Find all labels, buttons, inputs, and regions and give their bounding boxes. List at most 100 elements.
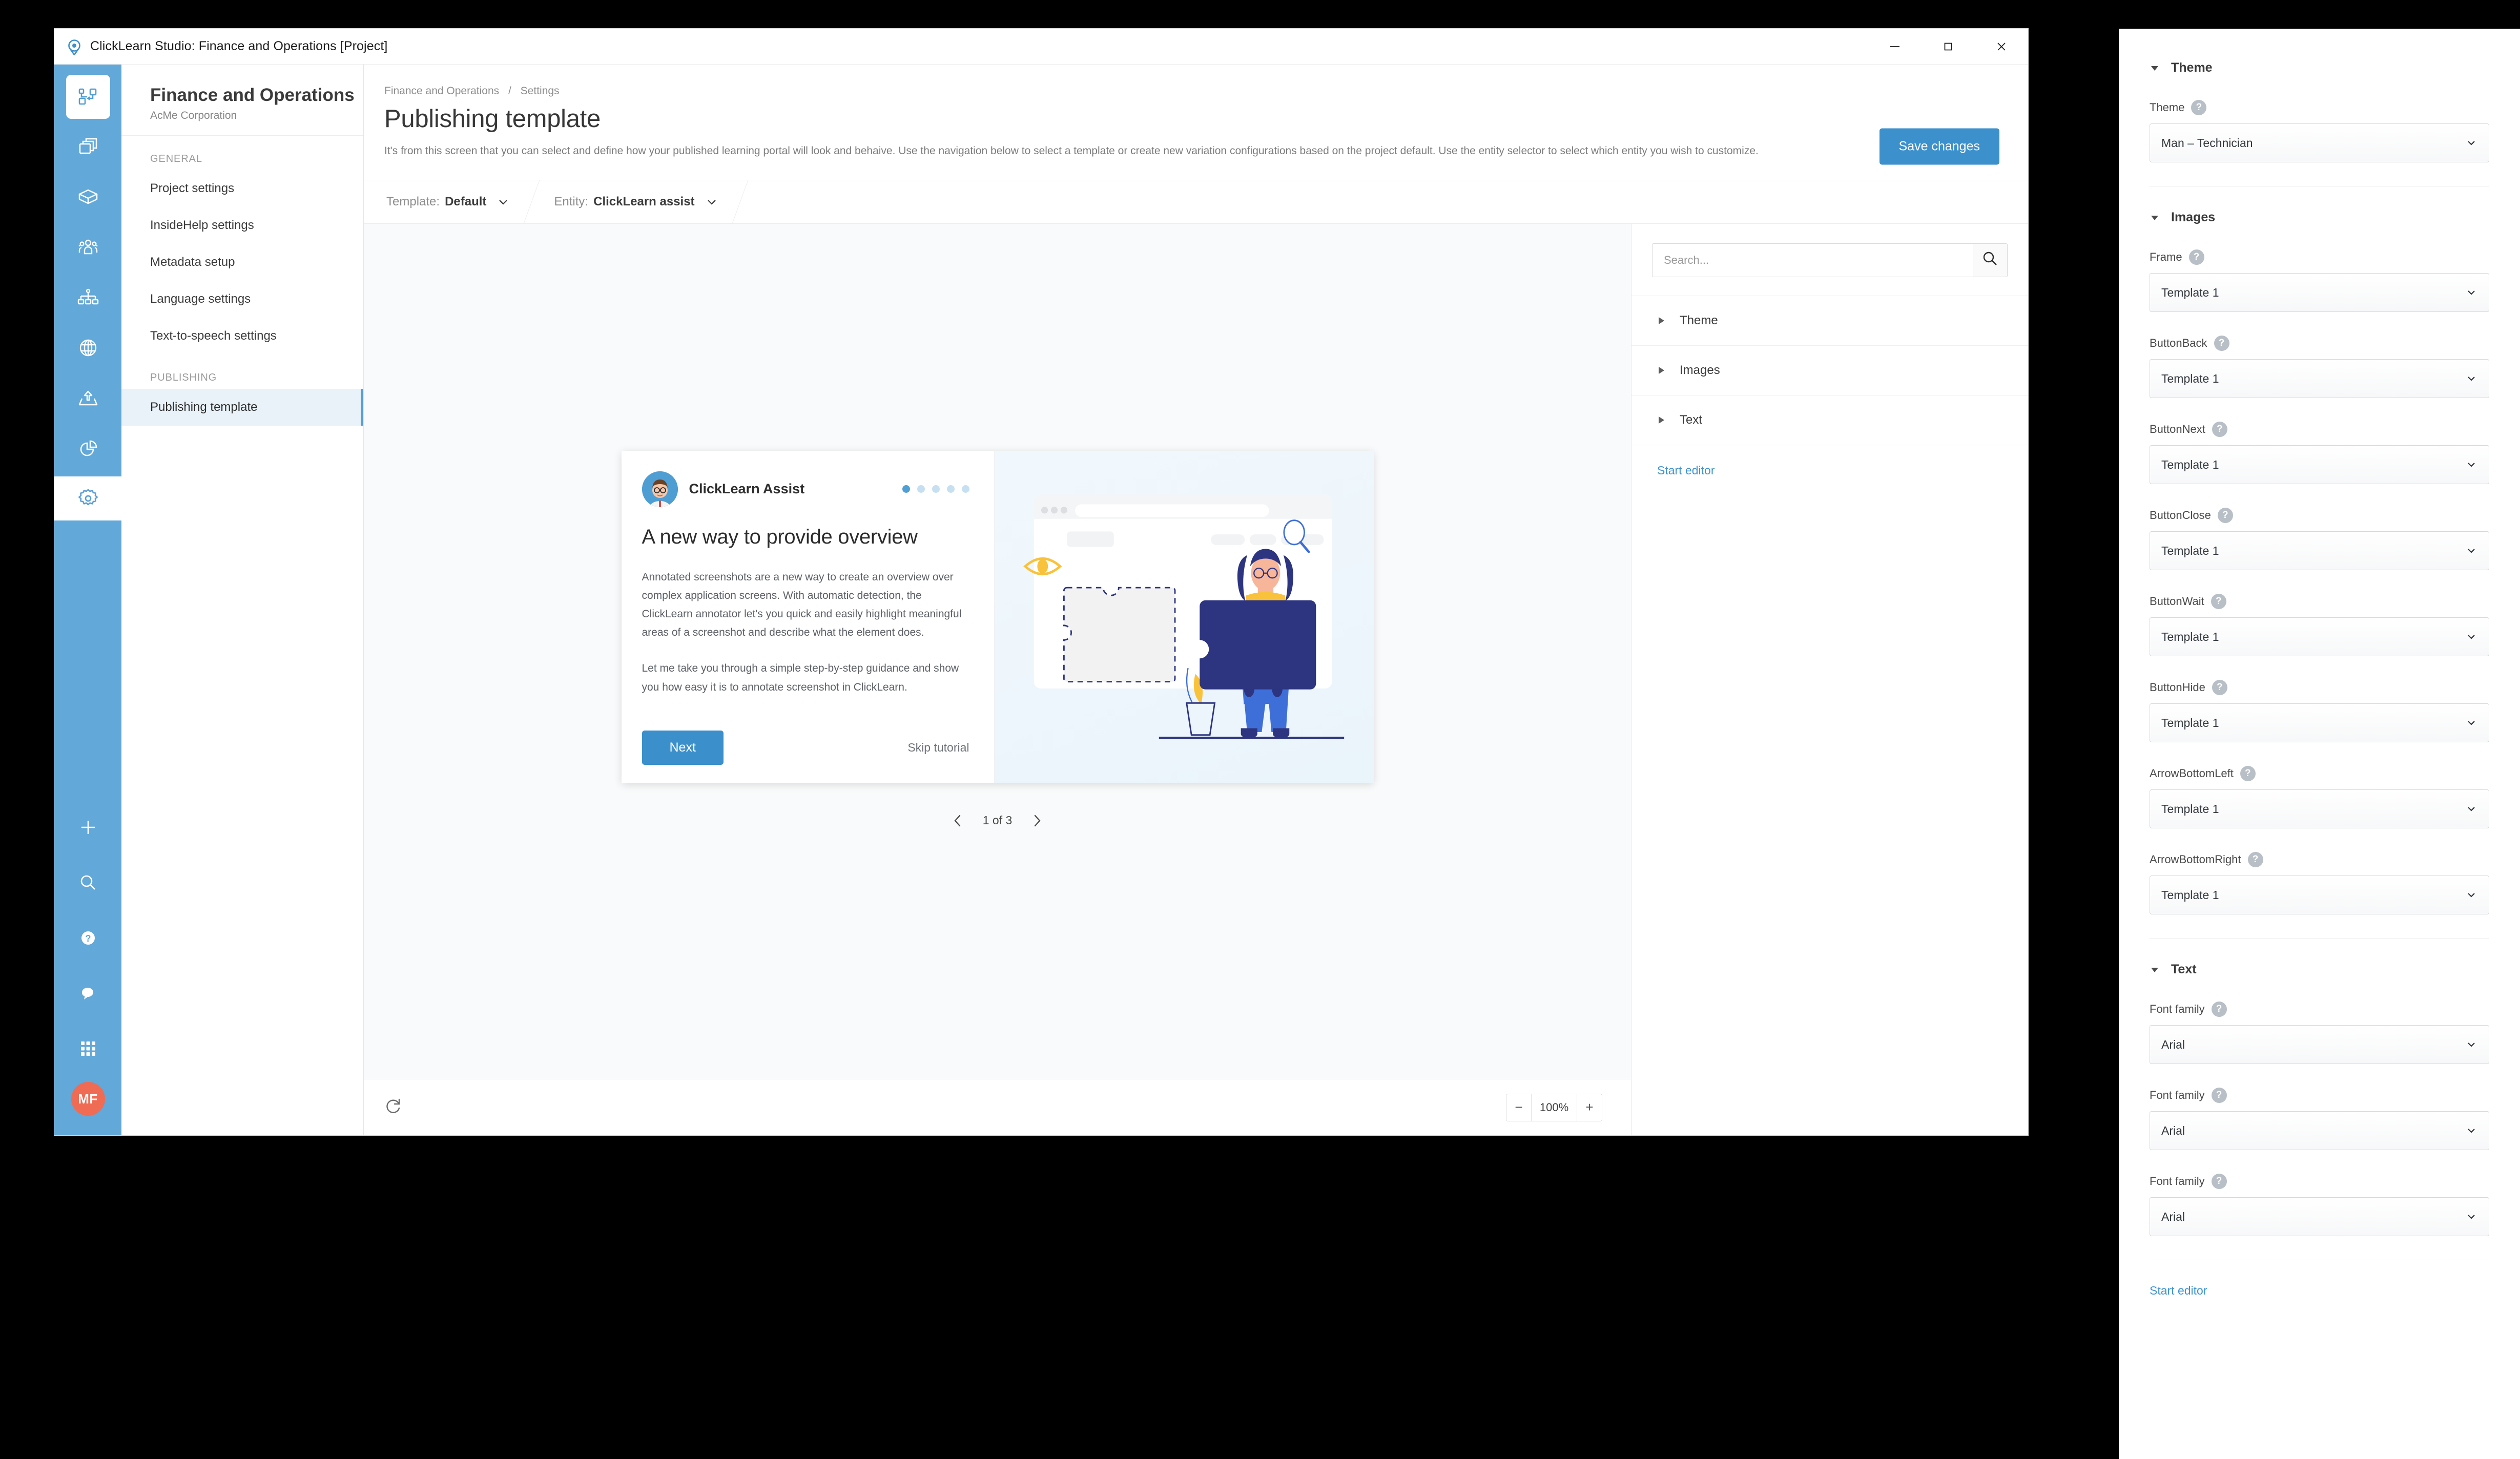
preview-canvas: ClickLearn Assist A new way to provide o… (364, 223, 1631, 1079)
preview-next-button[interactable]: Next (642, 730, 724, 765)
feedback-chat-icon (78, 983, 98, 1004)
breadcrumb-current[interactable]: Settings (521, 85, 560, 97)
rail-item-package[interactable] (66, 175, 110, 219)
help-question-icon[interactable]: ? (2212, 680, 2227, 695)
minimize-button[interactable] (1868, 29, 1922, 65)
template-selector[interactable]: Template: Default (364, 180, 531, 223)
help-question-icon[interactable]: ? (2240, 766, 2256, 781)
preview-heading: A new way to provide overview (642, 525, 918, 548)
sidebar-item-language-settings[interactable]: Language settings (121, 281, 363, 318)
rail-item-audience[interactable] (66, 225, 110, 269)
rail-item-sitemap[interactable] (66, 276, 110, 320)
help-question-icon[interactable]: ? (2211, 1088, 2227, 1103)
package-box-icon (77, 186, 99, 209)
rail-item-analytics[interactable] (66, 426, 110, 470)
zoom-out-button[interactable]: − (1506, 1094, 1531, 1121)
search-button[interactable] (1973, 243, 2008, 277)
properties-section-images-header[interactable]: Images (2150, 210, 2489, 225)
buttonhide-select[interactable]: Template 1 (2150, 703, 2489, 742)
help-question-icon[interactable]: ? (2211, 1174, 2227, 1189)
help-question-icon[interactable]: ? (2191, 100, 2207, 115)
accordion-row-images[interactable]: Images (1631, 346, 2028, 395)
font-family-select-1[interactable]: Arial (2150, 1025, 2489, 1064)
entity-selector[interactable]: Entity: ClickLearn assist (531, 180, 739, 223)
close-button[interactable] (1975, 29, 2028, 65)
field-label: Font family (2150, 1089, 2205, 1101)
maximize-button[interactable] (1922, 29, 1975, 65)
step-dot[interactable] (946, 485, 955, 493)
chevron-right-icon[interactable] (1027, 810, 1047, 831)
field-label: Theme (2150, 101, 2185, 114)
accordion-start-editor-link[interactable]: Start editor (1631, 445, 2028, 477)
help-question-icon[interactable]: ? (2211, 1002, 2227, 1017)
select-value: Template 1 (2161, 630, 2219, 643)
buttonclose-select[interactable]: Template 1 (2150, 531, 2489, 570)
zoom-in-button[interactable]: + (1577, 1094, 1602, 1121)
rail-item-pages[interactable] (66, 125, 110, 169)
preview-card-text-pane: ClickLearn Assist A new way to provide o… (622, 450, 995, 783)
step-dot[interactable] (917, 485, 925, 493)
rail-item-settings[interactable] (54, 476, 121, 520)
sidebar-item-metadata-setup[interactable]: Metadata setup (121, 244, 363, 281)
preview-skip-tutorial-link[interactable]: Skip tutorial (907, 741, 969, 755)
sidebar-item-insidehelp-settings[interactable]: InsideHelp settings (121, 207, 363, 244)
properties-section-text-header[interactable]: Text (2150, 962, 2489, 977)
select-value: Template 1 (2161, 544, 2219, 557)
search-input[interactable] (1652, 243, 1973, 277)
rail-item-feedback[interactable] (66, 971, 110, 1015)
field-label-row: Font family ? (2150, 1002, 2489, 1017)
accordion-row-theme[interactable]: Theme (1631, 296, 2028, 346)
properties-section-theme-header[interactable]: Theme (2150, 60, 2489, 75)
chevron-left-icon[interactable] (948, 810, 967, 831)
sidebar-item-project-settings[interactable]: Project settings (121, 170, 363, 207)
help-question-icon[interactable]: ? (2188, 249, 2204, 265)
font-family-select-3[interactable]: Arial (2150, 1197, 2489, 1236)
properties-section-title: Text (2171, 962, 2197, 976)
refresh-button[interactable] (384, 1097, 403, 1118)
step-dot[interactable] (961, 485, 969, 493)
properties-start-editor-link[interactable]: Start editor (2150, 1284, 2489, 1298)
buttonwait-select[interactable]: Template 1 (2150, 617, 2489, 656)
template-selector-label: Template: (386, 194, 440, 209)
rail-item-apps[interactable] (66, 1027, 110, 1071)
theme-select[interactable]: Man – Technician (2150, 123, 2489, 162)
arrowbottomright-select[interactable]: Template 1 (2150, 876, 2489, 914)
help-question-icon[interactable]: ? (2217, 508, 2233, 523)
rail-item-add[interactable] (66, 805, 110, 849)
rail-item-language[interactable] (66, 326, 110, 370)
buttonback-select[interactable]: Template 1 (2150, 359, 2489, 398)
apps-grid-icon (78, 1039, 98, 1058)
help-question-icon[interactable]: ? (2211, 594, 2226, 609)
globe-language-icon (77, 337, 99, 359)
font-family-select-2[interactable]: Arial (2150, 1111, 2489, 1150)
field-label-row: ButtonClose ? (2150, 508, 2489, 523)
sidebar-item-text-to-speech-settings[interactable]: Text-to-speech settings (121, 318, 363, 355)
preview-card-illustration-pane (994, 450, 1374, 783)
triangle-down-icon (2150, 63, 2160, 73)
rail-item-publish[interactable] (66, 376, 110, 420)
save-changes-button[interactable]: Save changes (1879, 128, 1999, 165)
audience-group-icon (77, 236, 99, 259)
help-question-icon[interactable]: ? (2212, 422, 2227, 437)
step-dot[interactable] (932, 485, 940, 493)
breadcrumb-root[interactable]: Finance and Operations (384, 85, 499, 97)
help-question-icon[interactable]: ? (2214, 336, 2229, 351)
sidebar-item-publishing-template[interactable]: Publishing template (121, 389, 363, 426)
field-label-row: ArrowBottomRight ? (2150, 852, 2489, 867)
page-description: It's from this screen that you can selec… (384, 145, 1759, 157)
rail-item-help[interactable]: ? (66, 916, 110, 960)
chevron-down-icon (2465, 458, 2477, 471)
content-header: Finance and Operations / Settings Publis… (364, 65, 2028, 165)
accordion-row-text[interactable]: Text (1631, 395, 2028, 445)
preview-assistant-row: ClickLearn Assist (642, 471, 969, 507)
frame-select[interactable]: Template 1 (2150, 273, 2489, 312)
avatar[interactable]: MF (71, 1082, 105, 1116)
help-question-icon[interactable]: ? (2247, 852, 2263, 867)
rail-item-search[interactable] (66, 861, 110, 905)
buttonnext-select[interactable]: Template 1 (2150, 445, 2489, 484)
step-dot[interactable] (902, 485, 910, 493)
rail-item-project-overview[interactable] (66, 75, 110, 119)
arrowbottomleft-select[interactable]: Template 1 (2150, 789, 2489, 828)
entity-selector-value: ClickLearn assist (593, 194, 695, 209)
select-value: Man – Technician (2161, 136, 2253, 150)
